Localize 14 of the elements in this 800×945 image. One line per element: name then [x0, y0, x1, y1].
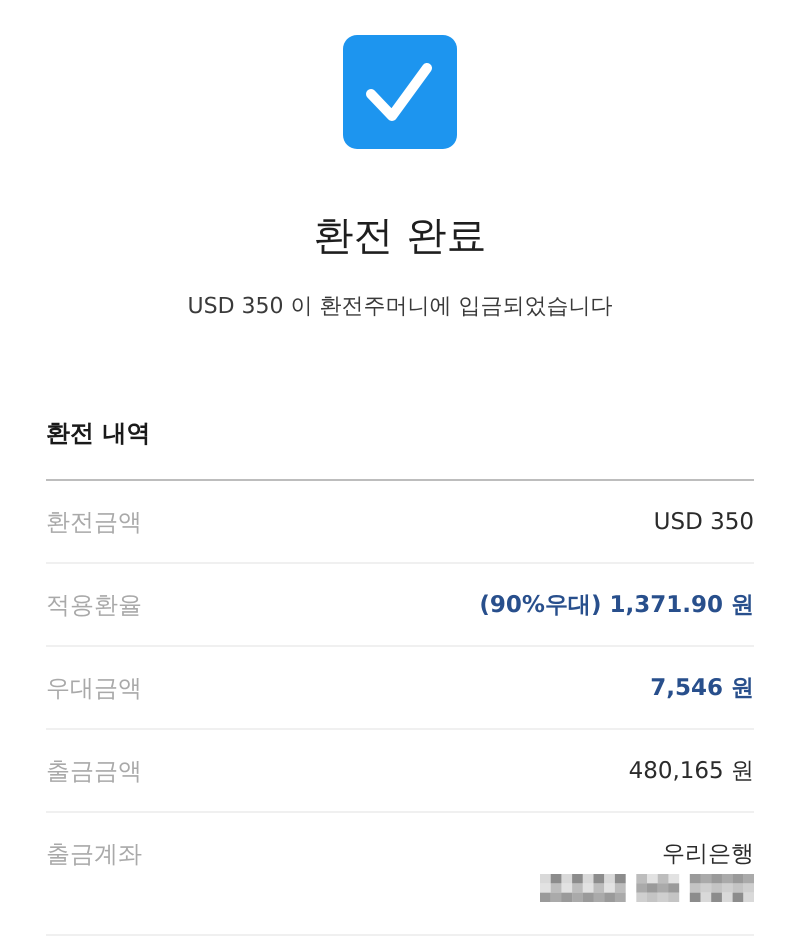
- row-value: (90%우대) 1,371.90 원: [479, 591, 754, 620]
- row-value: 우리은행: [662, 840, 754, 869]
- checkmark-icon: [343, 35, 457, 149]
- row-label: 출금계좌: [46, 839, 142, 870]
- completion-title: 환전 완료: [312, 212, 488, 261]
- row-label: 출금금액: [46, 756, 142, 787]
- row-label: 환전금액: [46, 507, 142, 538]
- completion-message: USD 350 이 환전주머니에 입금되었습니다: [186, 293, 614, 321]
- row-label: 적용환율: [46, 590, 142, 621]
- row-value: USD 350: [654, 508, 754, 537]
- row-value: 480,165 원: [628, 757, 754, 786]
- row-value: 7,546 원: [650, 674, 754, 703]
- row-label: 우대금액: [46, 673, 142, 704]
- section-title: 환전 내역: [46, 417, 754, 481]
